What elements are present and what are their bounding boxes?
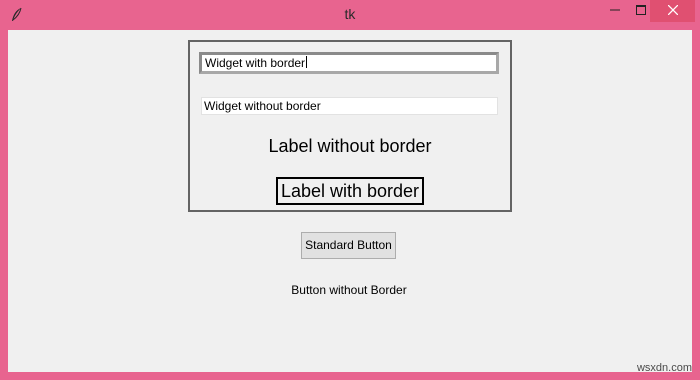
close-button[interactable] [650, 0, 695, 22]
entry-with-border-text: Widget with border [205, 56, 306, 70]
standard-button[interactable]: Standard Button [301, 232, 396, 259]
client-area: Widget with border Widget without border… [8, 30, 692, 372]
entry-without-border[interactable]: Widget without border [201, 97, 498, 115]
entry-with-border[interactable]: Widget with border [199, 52, 499, 74]
title-bar[interactable]: tk [0, 0, 700, 30]
close-icon [667, 2, 678, 20]
label-with-border: Label with border [276, 177, 424, 205]
label-without-border: Label without border [268, 136, 432, 156]
minimize-icon [610, 2, 620, 20]
bordered-frame: Widget with border Widget without border… [188, 40, 512, 212]
maximize-icon [636, 2, 646, 20]
button-without-border[interactable]: Button without Border [278, 280, 420, 300]
app-window: tk Widget with border Widget without bor… [0, 0, 700, 380]
text-cursor [306, 56, 308, 68]
watermark: wsxdn.com [636, 362, 692, 374]
minimize-button[interactable] [602, 0, 628, 22]
window-title: tk [344, 6, 356, 22]
